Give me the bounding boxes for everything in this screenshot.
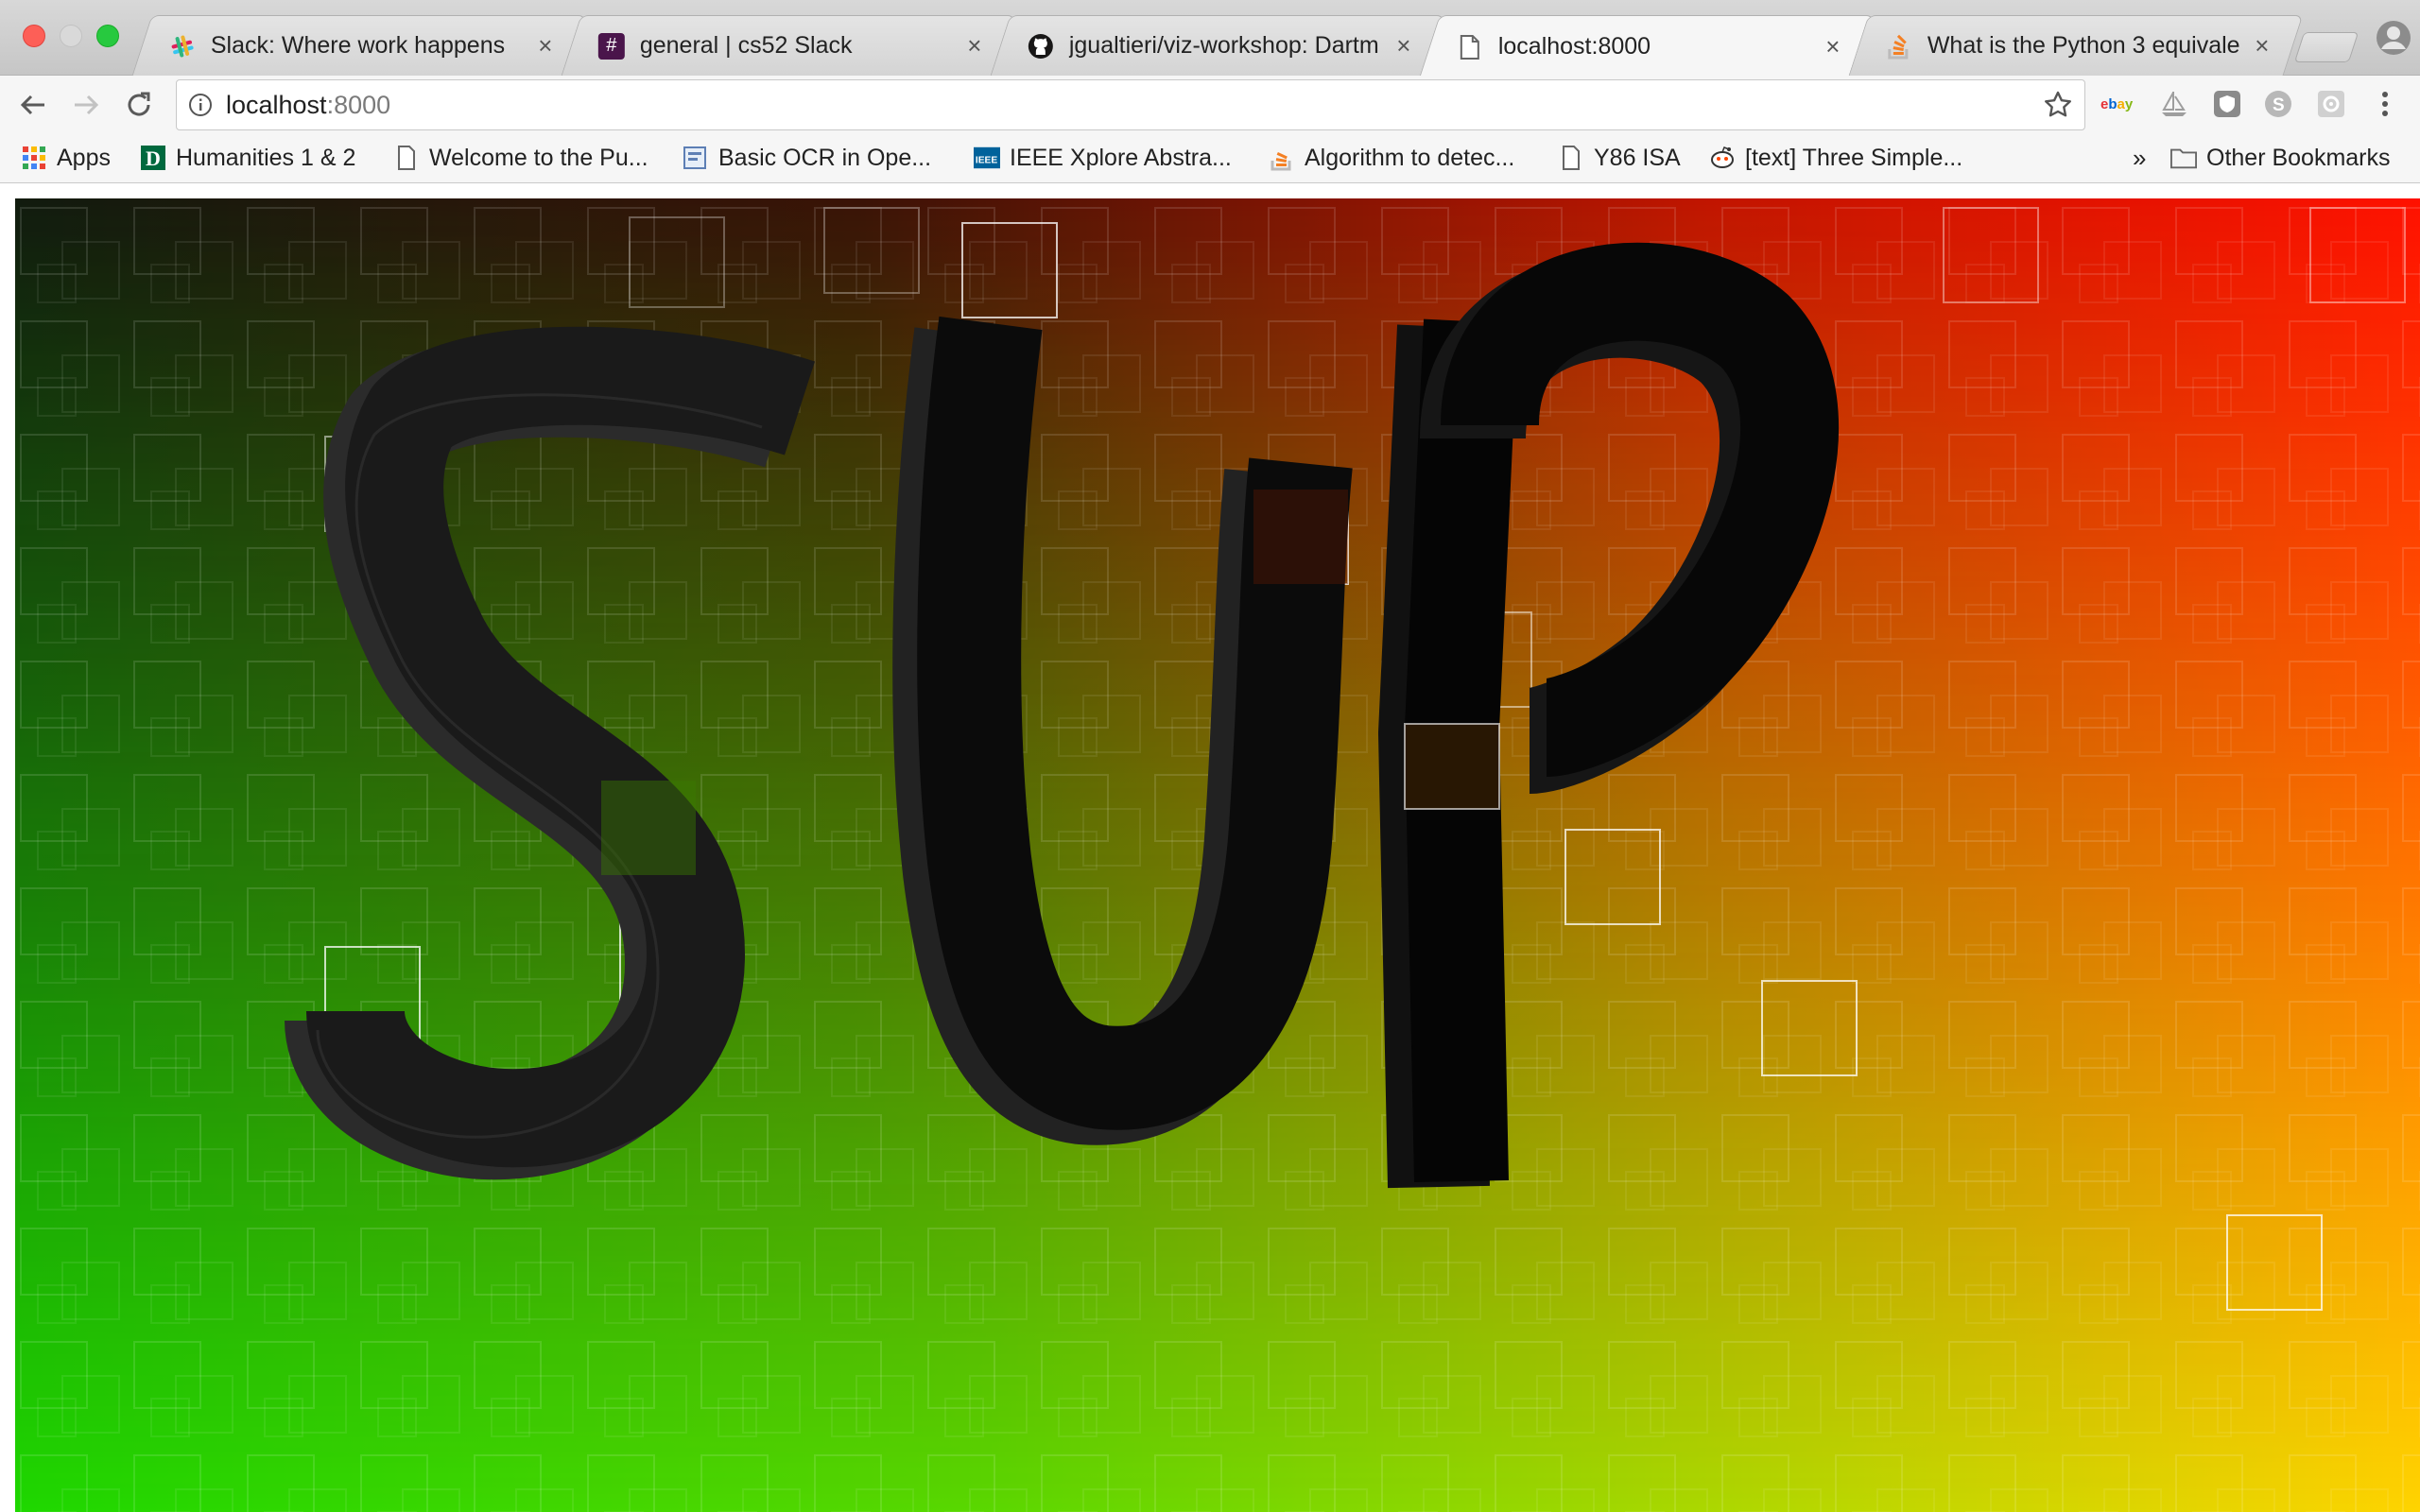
other-bookmarks[interactable]: Other Bookmarks [2170, 134, 2391, 181]
settings-extension-icon[interactable] [2312, 87, 2350, 121]
tab-slack[interactable]: Slack: Where work happens × [131, 15, 587, 76]
bookmark-star-icon[interactable] [2043, 90, 2073, 120]
bookmark-label: Algorithm to detec... [1305, 144, 1515, 171]
bookmark-label: [text] Three Simple... [1745, 144, 1963, 171]
browser-toolbar: localhost:8000 [0, 76, 2420, 134]
tab-title: localhost:8000 [1497, 33, 1651, 60]
close-window-button[interactable] [23, 25, 45, 47]
bookmark-apps[interactable]: Apps [21, 134, 111, 181]
skype-icon[interactable]: S [2259, 87, 2297, 121]
svg-text:S: S [2273, 95, 2285, 115]
stackoverflow-icon [1269, 145, 1295, 171]
tab-python3-question[interactable]: What is the Python 3 equivale × [1848, 15, 2304, 76]
tab-github-viz-workshop[interactable]: jgualtieri/viz-workshop: Dartm × [990, 15, 1445, 76]
github-icon [1028, 33, 1054, 60]
apps-grid-icon [21, 145, 47, 171]
tab-title: What is the Python 3 equivale [1927, 32, 2240, 59]
forward-arrow-icon[interactable] [66, 85, 106, 125]
page-icon [1457, 34, 1483, 60]
bookmark-label: Humanities 1 & 2 [176, 144, 356, 171]
bookmark-welcome[interactable]: Welcome to the Pu... [393, 134, 648, 181]
tab-close-icon[interactable]: × [534, 31, 557, 60]
page-content [0, 183, 2420, 1512]
page-icon [393, 145, 420, 171]
tab-close-icon[interactable]: × [963, 31, 986, 60]
new-tab-button[interactable] [2293, 32, 2360, 62]
stackoverflow-icon [1886, 33, 1912, 60]
reload-icon[interactable] [119, 85, 159, 125]
tab-strip: Slack: Where work happens × # general | … [0, 0, 2420, 77]
bookmark-three-simple[interactable]: [text] Three Simple... [1709, 134, 1962, 181]
tab-close-icon[interactable]: × [2251, 31, 2273, 60]
address-bar[interactable]: localhost:8000 [176, 79, 2085, 130]
url-port: :8000 [326, 91, 391, 119]
bookmarks-overflow-chevron[interactable]: » [2133, 134, 2146, 181]
svg-text:ebay: ebay [2100, 96, 2134, 112]
tab-title: jgualtieri/viz-workshop: Dartm [1068, 32, 1379, 59]
url-host: localhost [226, 91, 327, 119]
bookmark-ieee[interactable]: IEEE IEEE Xplore Abstra... [974, 134, 1232, 181]
bookmark-y86[interactable]: Y86 ISA [1558, 134, 1681, 181]
blue-page-icon [683, 145, 709, 171]
reddit-icon [1709, 145, 1736, 171]
folder-icon [2170, 145, 2197, 171]
ieee-icon: IEEE [974, 145, 1000, 171]
bookmark-algorithm[interactable]: Algorithm to detec... [1269, 134, 1514, 181]
back-arrow-icon[interactable] [13, 85, 53, 125]
tab-localhost[interactable]: localhost:8000 × [1419, 15, 1875, 77]
bookmark-label: Apps [57, 144, 111, 171]
bookmark-label: Y86 ISA [1594, 144, 1681, 171]
menu-dots-icon[interactable] [2371, 87, 2399, 121]
bookmark-label: Basic OCR in Ope... [718, 144, 932, 171]
bookmark-label: Other Bookmarks [2206, 144, 2391, 171]
profile-avatar-icon[interactable] [2375, 19, 2412, 57]
tab-general-cs52[interactable]: # general | cs52 Slack × [561, 15, 1016, 76]
bookmark-basic-ocr[interactable]: Basic OCR in Ope... [683, 134, 931, 181]
tab-title: Slack: Where work happens [210, 32, 506, 59]
generative-art-canvas[interactable] [15, 198, 2420, 1512]
shield-extension-icon[interactable] [2208, 87, 2246, 121]
fullscreen-window-button[interactable] [96, 25, 119, 47]
bookmark-humanities[interactable]: D Humanities 1 & 2 [140, 134, 355, 181]
sailboat-icon[interactable] [2155, 87, 2193, 121]
tab-title: general | cs52 Slack [639, 32, 853, 59]
tab-close-icon[interactable]: × [1822, 32, 1844, 61]
tab-close-icon[interactable]: × [1392, 31, 1415, 60]
page-icon [1558, 145, 1584, 171]
dartmouth-d-icon: D [140, 145, 166, 171]
info-icon[interactable] [188, 93, 213, 117]
url-text[interactable]: localhost:8000 [226, 80, 390, 129]
bookmark-label: IEEE Xplore Abstra... [1010, 144, 1232, 171]
slack-logo-icon [169, 33, 196, 60]
svg-text:IEEE: IEEE [976, 156, 998, 166]
bookmark-label: Welcome to the Pu... [429, 144, 648, 171]
svg-text:D: D [146, 146, 161, 170]
minimize-window-button[interactable] [60, 25, 82, 47]
hash-icon: # [597, 32, 625, 60]
ebay-icon[interactable]: ebay [2100, 87, 2138, 121]
bookmarks-bar: Apps D Humanities 1 & 2 Welcome to the P… [0, 134, 2420, 183]
